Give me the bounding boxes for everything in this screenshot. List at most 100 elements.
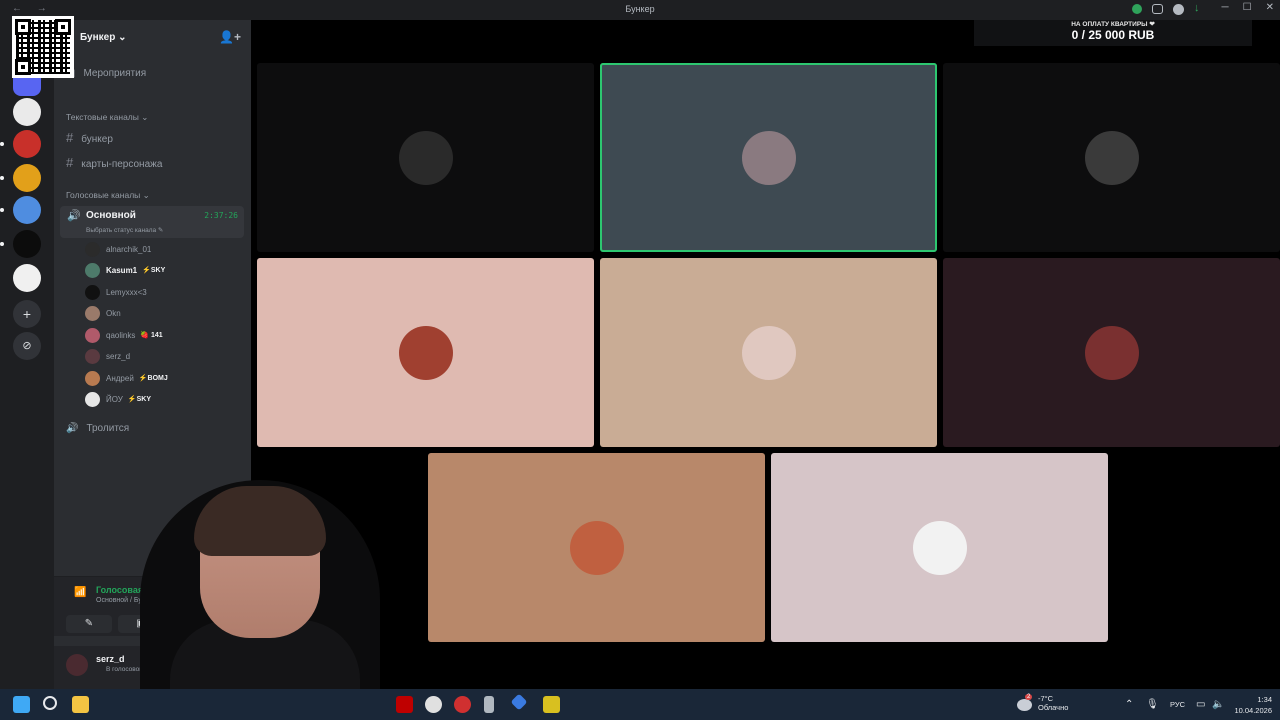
channel-bunker[interactable]: # бункер <box>66 130 113 145</box>
app-icon[interactable] <box>484 696 494 713</box>
taskbar: 2 -7°C Облачно ⌃ 🎙 РУС ▭ 🔈 1:34 10.04.20… <box>0 689 1280 720</box>
weather-widget[interactable]: -7°C Облачно <box>1038 694 1068 712</box>
hash-icon: # <box>66 155 74 170</box>
participant-tile[interactable] <box>600 63 937 252</box>
member-tag: ⚡SKY <box>127 396 151 403</box>
member-name: qaolinks <box>106 330 136 340</box>
app-icon-yellow[interactable] <box>543 696 560 713</box>
participant-tile[interactable] <box>428 453 765 642</box>
chevron-up-icon[interactable]: ⌃ <box>1125 699 1133 710</box>
language-indicator[interactable]: РУС <box>1170 700 1185 709</box>
minimize-icon[interactable]: ─ <box>1222 2 1229 13</box>
participant-tile[interactable] <box>257 63 594 252</box>
server-icon-6[interactable] <box>13 230 41 258</box>
avatar[interactable] <box>66 654 88 676</box>
qr-code <box>12 16 74 78</box>
member-name: Андрей <box>106 373 134 383</box>
help-icon[interactable] <box>1173 4 1184 15</box>
unread-dot <box>0 142 4 146</box>
unread-dot <box>0 242 4 246</box>
participant-tile[interactable] <box>257 258 594 447</box>
avatar <box>398 130 453 185</box>
participant-tile[interactable] <box>600 258 937 447</box>
noise-suppression-button[interactable]: ✎ <box>66 615 112 633</box>
server-icon-4[interactable] <box>13 164 41 192</box>
server-icon-3[interactable] <box>13 130 41 158</box>
avatar <box>85 327 100 343</box>
member-tag: ⚡SKY <box>142 267 166 274</box>
participant-tile[interactable] <box>943 63 1280 252</box>
text-category[interactable]: Текстовые каналы ⌄ <box>66 112 148 123</box>
voice-member[interactable]: serz_d <box>85 347 130 365</box>
server-icon-7[interactable] <box>13 264 41 292</box>
search-icon[interactable] <box>43 696 57 710</box>
weather-icon[interactable] <box>1017 699 1032 711</box>
avatar <box>85 305 100 321</box>
window-controls: ─ ☐ ✕ <box>1222 2 1274 13</box>
voice-member[interactable]: Kasum1 ⚡SKY <box>85 261 165 279</box>
avatar <box>741 130 796 185</box>
display-icon[interactable]: ▭ <box>1196 699 1205 710</box>
maximize-icon[interactable]: ☐ <box>1243 2 1252 13</box>
voice-member[interactable]: alnarchik_01 <box>85 240 151 258</box>
server-header[interactable]: Бункер ⌄ 👤+ <box>54 20 251 54</box>
unread-dot <box>0 176 4 180</box>
add-member-icon[interactable]: 👤+ <box>219 30 241 44</box>
member-name: alnarchik_01 <box>106 244 152 254</box>
clock[interactable]: 1:34 10.04.2026 <box>1234 694 1272 716</box>
volume-icon[interactable]: 🔈 <box>1212 699 1224 710</box>
file-explorer-icon[interactable] <box>72 696 89 713</box>
avatar <box>1084 130 1139 185</box>
nitro-icon[interactable] <box>1132 4 1142 14</box>
avatar <box>741 325 796 380</box>
channel-character-cards[interactable]: # карты-персонажа <box>66 155 162 170</box>
member-tag: 🍓 141 <box>140 332 163 339</box>
title-tools: ↓ <box>1132 2 1208 16</box>
set-channel-status[interactable]: Выбрать статус канала ✎ <box>86 226 163 234</box>
server-icon-5[interactable] <box>13 196 41 224</box>
avatar <box>1084 325 1139 380</box>
webcam-overlay <box>110 470 410 710</box>
member-name: serz_d <box>106 351 131 361</box>
voice-timer: 2:37:26 <box>204 211 238 220</box>
download-icon[interactable]: ↓ <box>1194 2 1208 16</box>
avatar <box>85 370 100 386</box>
speaker-icon: 🔊 <box>66 423 79 434</box>
avatar <box>85 284 100 300</box>
avatar <box>912 520 967 575</box>
app-icon-blue[interactable] <box>510 693 528 711</box>
discover-icon[interactable]: ⊘ <box>13 332 41 360</box>
voice-channel-trolling[interactable]: 🔊 Тролится <box>66 423 129 434</box>
microphone-icon[interactable]: 🎙 <box>1146 699 1159 710</box>
avatar <box>398 325 453 380</box>
title-bar: ← → Бункер ↓ ─ ☐ ✕ <box>0 0 1280 20</box>
close-icon[interactable]: ✕ <box>1266 2 1274 13</box>
voice-channel-main[interactable]: 🔊 Основной 2:37:26 Выбрать статус канала… <box>60 206 244 238</box>
voice-member[interactable]: qaolinks 🍓 141 <box>85 326 163 344</box>
signal-icon: 📶 <box>74 587 87 598</box>
server-name: Бункер ⌄ <box>80 32 127 43</box>
voice-category[interactable]: Голосовые каналы ⌄ <box>66 190 150 201</box>
voice-member[interactable]: Андрей ⚡BOMJ <box>85 369 168 387</box>
member-name: ЙОУ <box>106 394 123 404</box>
yandex-browser-icon[interactable] <box>425 696 442 713</box>
avatar <box>85 348 100 364</box>
voice-member[interactable]: Lemyxxx<3 <box>85 283 147 301</box>
participant-tile[interactable] <box>943 258 1280 447</box>
browser-icon[interactable] <box>454 696 471 713</box>
member-tag: ⚡BOMJ <box>138 375 168 382</box>
member-name: Kasum1 <box>106 265 138 275</box>
unread-dot <box>0 208 4 212</box>
voice-member[interactable]: ЙОУ ⚡SKY <box>85 390 151 408</box>
voice-member[interactable]: Okn <box>85 304 121 322</box>
participant-tile[interactable] <box>771 453 1108 642</box>
speaker-icon: 🔊 <box>67 210 81 222</box>
filezilla-icon[interactable] <box>396 696 413 713</box>
add-server-icon[interactable]: + <box>13 300 41 328</box>
server-icon-2[interactable] <box>13 98 41 126</box>
weather-badge: 2 <box>1025 694 1033 700</box>
inbox-icon[interactable] <box>1152 4 1163 14</box>
windows-start-icon[interactable] <box>13 696 30 713</box>
events-link[interactable]: ▦Мероприятия <box>66 68 146 79</box>
avatar <box>85 241 100 257</box>
